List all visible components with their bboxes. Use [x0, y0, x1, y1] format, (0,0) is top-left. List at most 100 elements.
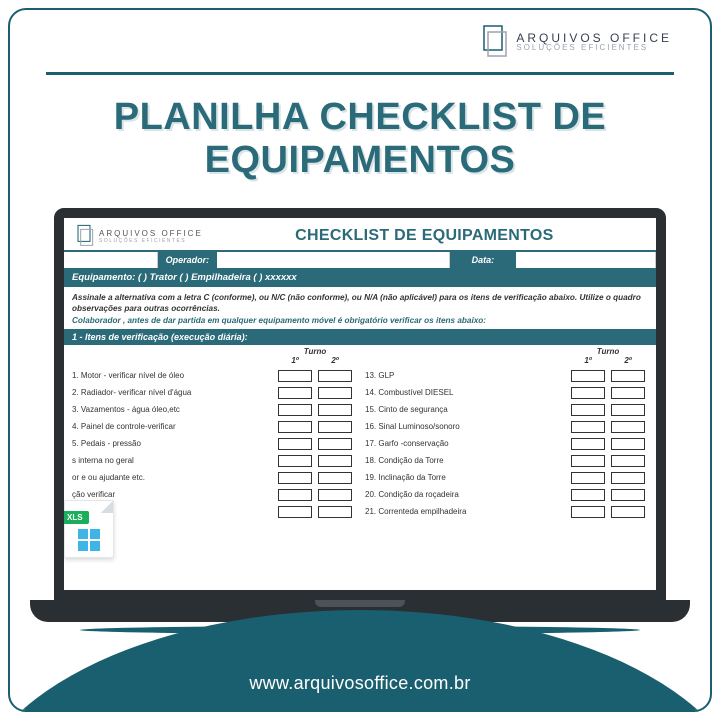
- checklist-row: 5. Pedais - pressão: [72, 435, 355, 452]
- page-title: PLANILHA CHECKLIST DE EQUIPAMENTOS: [10, 96, 710, 181]
- check-box-2[interactable]: [611, 387, 645, 399]
- check-box-2[interactable]: [611, 472, 645, 484]
- check-box-1[interactable]: [278, 455, 312, 467]
- col-1-left: 1º: [275, 356, 315, 365]
- check-box-2[interactable]: [611, 489, 645, 501]
- check-box-2[interactable]: [318, 472, 352, 484]
- checklist-row: s interna no geral: [72, 452, 355, 469]
- check-box-1[interactable]: [571, 404, 605, 416]
- operador-label: Operador:: [158, 252, 218, 268]
- checklist-item-text: ção verificar: [72, 490, 275, 499]
- checklist-row: 2. Radiador- verificar nível d'água: [72, 384, 355, 401]
- operator-row: Operador: Data:: [64, 250, 656, 268]
- check-box-2[interactable]: [611, 421, 645, 433]
- check-box-1[interactable]: [571, 455, 605, 467]
- divider: [46, 72, 674, 75]
- check-box-1[interactable]: [571, 472, 605, 484]
- check-box-1[interactable]: [278, 404, 312, 416]
- data-label: Data:: [450, 252, 517, 268]
- checklist-row: 14. Combustível DIESEL: [365, 384, 648, 401]
- check-box-1[interactable]: [278, 472, 312, 484]
- turno-header-left: Turno: [275, 347, 355, 356]
- check-box-1[interactable]: [571, 370, 605, 382]
- checklist-row: 19. Inclinação da Torre: [365, 469, 648, 486]
- checklist-item-text: 2. Radiador- verificar nível d'água: [72, 388, 275, 397]
- checklist-item-text: 13. GLP: [365, 371, 568, 380]
- checklist-item-text: 5. Pedais - pressão: [72, 439, 275, 448]
- check-box-2[interactable]: [611, 404, 645, 416]
- check-box-2[interactable]: [318, 370, 352, 382]
- check-box-2[interactable]: [318, 387, 352, 399]
- section-1-header: 1 - Itens de verificação (execução diári…: [64, 329, 656, 345]
- sheet-brand-name: ARQUIVOS OFFICE: [99, 229, 203, 238]
- check-box-2[interactable]: [318, 438, 352, 450]
- col-1-right: 1º: [568, 356, 608, 365]
- check-box-2[interactable]: [318, 421, 352, 433]
- laptop-screen: ARQUIVOS OFFICE SOLUÇÕES EFICIENTES CHEC…: [54, 208, 666, 600]
- footer-url: www.arquivosoffice.com.br: [10, 673, 710, 694]
- check-box-1[interactable]: [278, 370, 312, 382]
- checklist-columns: Turno 1º2º 1. Motor - verificar nível de…: [64, 345, 656, 520]
- spreadsheet: ARQUIVOS OFFICE SOLUÇÕES EFICIENTES CHEC…: [64, 218, 656, 520]
- check-box-2[interactable]: [318, 506, 352, 518]
- check-box-1[interactable]: [571, 506, 605, 518]
- checklist-row: 20. Condição da roçadeira: [365, 486, 648, 503]
- checklist-item-text: 15. Cinto de segurança: [365, 405, 568, 414]
- left-column: Turno 1º2º 1. Motor - verificar nível de…: [72, 347, 355, 520]
- check-box-1[interactable]: [571, 387, 605, 399]
- checklist-row: 15. Cinto de segurança: [365, 401, 648, 418]
- check-box-2[interactable]: [611, 438, 645, 450]
- checklist-item-text: s interna no geral: [72, 456, 275, 465]
- windows-icon: [78, 529, 100, 551]
- check-box-1[interactable]: [571, 421, 605, 433]
- checklist-item-text: 17. Garfo -conservação: [365, 439, 568, 448]
- sheet-title: CHECKLIST DE EQUIPAMENTOS: [203, 227, 646, 245]
- checklist-row: 13. GLP: [365, 367, 648, 384]
- xls-file-icon: XLS: [64, 500, 114, 558]
- col-2-left: 2º: [315, 356, 355, 365]
- check-box-2[interactable]: [318, 489, 352, 501]
- checklist-row: or e ou ajudante etc.: [72, 469, 355, 486]
- check-box-2[interactable]: [611, 455, 645, 467]
- sheet-brand: ARQUIVOS OFFICE SOLUÇÕES EFICIENTES: [74, 224, 203, 248]
- check-box-1[interactable]: [278, 506, 312, 518]
- check-box-1[interactable]: [571, 438, 605, 450]
- checklist-row: 16. Sinal Luminoso/sonoro: [365, 418, 648, 435]
- sheet-brand-sub: SOLUÇÕES EFICIENTES: [99, 238, 203, 244]
- checklist-item-text: 18. Condição da Torre: [365, 456, 568, 465]
- checklist-row: iros: [72, 503, 355, 520]
- check-box-1[interactable]: [571, 489, 605, 501]
- checklist-row: 18. Condição da Torre: [365, 452, 648, 469]
- checklist-row: 1. Motor - verificar nível de óleo: [72, 367, 355, 384]
- checklist-item-text: 16. Sinal Luminoso/sonoro: [365, 422, 568, 431]
- check-box-2[interactable]: [318, 404, 352, 416]
- turno-header-right: Turno: [568, 347, 648, 356]
- checklist-item-text: 20. Condição da roçadeira: [365, 490, 568, 499]
- check-box-2[interactable]: [611, 370, 645, 382]
- right-column: Turno 1º2º 13. GLP14. Combustível DIESEL…: [365, 347, 648, 520]
- colaborador-text: Colaborador , antes de dar partida em qu…: [64, 316, 656, 329]
- checklist-item-text: 4. Painel de controle-verificar: [72, 422, 275, 431]
- check-box-1[interactable]: [278, 438, 312, 450]
- checklist-item-text: or e ou ajudante etc.: [72, 473, 275, 482]
- check-box-2[interactable]: [611, 506, 645, 518]
- checklist-row: 4. Painel de controle-verificar: [72, 418, 355, 435]
- equipamento-row: Equipamento: ( ) Trator ( ) Empilhadeira…: [64, 268, 656, 287]
- brand-logo-icon: [478, 24, 508, 60]
- laptop-mockup: ARQUIVOS OFFICE SOLUÇÕES EFICIENTES CHEC…: [54, 208, 666, 634]
- xls-label: XLS: [61, 511, 89, 524]
- checklist-item-text: 19. Inclinação da Torre: [365, 473, 568, 482]
- brand-top: ARQUIVOS OFFICE SOLUÇÕES EFICIENTES: [478, 24, 672, 60]
- checklist-item-text: 14. Combustível DIESEL: [365, 388, 568, 397]
- instruction-text: Assinale a alternativa com a letra C (co…: [64, 287, 656, 316]
- checklist-row: 3. Vazamentos - água óleo,etc: [72, 401, 355, 418]
- check-box-1[interactable]: [278, 421, 312, 433]
- sheet-header: ARQUIVOS OFFICE SOLUÇÕES EFICIENTES CHEC…: [64, 218, 656, 250]
- brand-subtitle: SOLUÇÕES EFICIENTES: [516, 44, 672, 52]
- check-box-1[interactable]: [278, 489, 312, 501]
- checklist-row: ção verificar: [72, 486, 355, 503]
- promo-card: ARQUIVOS OFFICE SOLUÇÕES EFICIENTES PLAN…: [8, 8, 712, 712]
- check-box-1[interactable]: [278, 387, 312, 399]
- check-box-2[interactable]: [318, 455, 352, 467]
- checklist-row: 21. Correnteda empilhadeira: [365, 503, 648, 520]
